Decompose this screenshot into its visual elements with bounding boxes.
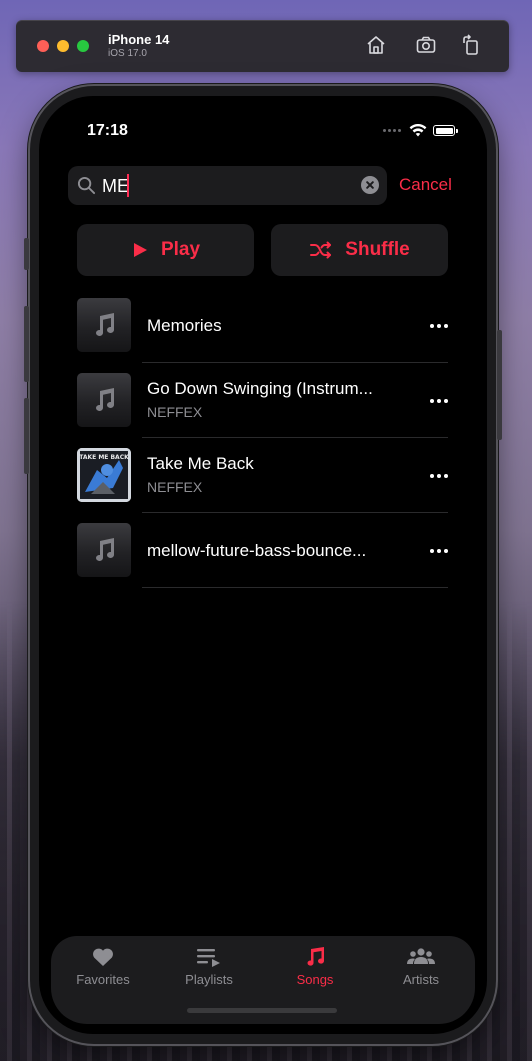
song-artwork-placeholder: [77, 373, 131, 427]
clear-search-icon[interactable]: [361, 176, 379, 194]
zoom-window-button[interactable]: [77, 40, 89, 52]
rotate-icon[interactable]: [460, 34, 482, 56]
shuffle-icon: [310, 241, 332, 259]
battery-icon: [433, 125, 458, 136]
close-window-button[interactable]: [37, 40, 49, 52]
side-button: [497, 330, 502, 440]
tab-label: Favorites: [76, 972, 130, 987]
minimize-window-button[interactable]: [57, 40, 69, 52]
song-title: Take Me Back: [147, 454, 254, 473]
more-options-icon[interactable]: [430, 549, 448, 553]
volume-up-button: [24, 306, 29, 382]
album-cover: TAKE ME BACK: [77, 448, 131, 502]
album-cover-text: TAKE ME BACK: [79, 454, 129, 461]
iphone-device-frame: 17:18 ME Cancel Play Shuffle Memories Go…: [24, 86, 502, 1044]
status-indicators: [383, 124, 458, 137]
shuffle-label: Shuffle: [345, 239, 410, 260]
simulator-toolbar: iPhone 14 iOS 17.0: [16, 20, 509, 72]
text-cursor: [127, 174, 129, 197]
playlist-icon: [197, 949, 220, 967]
more-options-icon[interactable]: [430, 474, 448, 478]
phone-screen: 17:18 ME Cancel Play Shuffle Memories Go…: [39, 96, 487, 1034]
wifi-icon: [409, 124, 427, 137]
play-label: Play: [160, 239, 201, 260]
tab-label: Playlists: [185, 972, 233, 987]
song-row[interactable]: Memories: [77, 288, 448, 363]
search-field[interactable]: ME: [68, 166, 387, 205]
more-options-icon[interactable]: [430, 324, 448, 328]
volume-down-button: [24, 398, 29, 474]
play-icon: [133, 243, 147, 257]
search-input[interactable]: ME: [102, 176, 129, 197]
row-separator: [142, 587, 448, 588]
song-title: mellow-future-bass-bounce...: [147, 541, 367, 560]
song-artwork-placeholder: [77, 523, 131, 577]
cancel-button[interactable]: Cancel: [399, 175, 452, 195]
tab-favorites[interactable]: Favorites: [58, 946, 148, 987]
music-note-icon: [96, 313, 114, 336]
tab-label: Artists: [402, 972, 440, 987]
home-indicator: [187, 1008, 337, 1013]
album-cover-image: TAKE ME BACK: [77, 448, 131, 502]
heart-icon: [93, 948, 113, 966]
simulator-device-name: iPhone 14: [108, 32, 170, 47]
song-row[interactable]: Go Down Swinging (Instrum... NEFFEX: [77, 363, 448, 438]
song-artwork-placeholder: [77, 298, 131, 352]
music-note-icon: [96, 388, 114, 411]
status-time: 17:18: [87, 122, 128, 139]
song-title: Memories: [147, 316, 222, 335]
simulator-os-version: iOS 17.0: [108, 48, 147, 59]
search-icon: [77, 176, 96, 195]
play-button[interactable]: Play: [77, 224, 254, 276]
tab-artists[interactable]: Artists: [376, 946, 466, 987]
music-note-icon: [307, 947, 325, 966]
song-artist: NEFFEX: [147, 479, 203, 495]
tab-playlists[interactable]: Playlists: [164, 946, 254, 987]
mute-switch: [24, 238, 29, 270]
song-row[interactable]: TAKE ME BACK Take Me Back NEFFEX: [77, 438, 448, 513]
more-options-icon[interactable]: [430, 399, 448, 403]
shuffle-button[interactable]: Shuffle: [271, 224, 448, 276]
tab-songs[interactable]: Songs: [270, 946, 360, 987]
music-note-icon: [96, 538, 114, 561]
signal-icon: [383, 129, 401, 132]
tab-label: Songs: [296, 972, 334, 987]
people-icon: [407, 948, 435, 964]
song-row[interactable]: mellow-future-bass-bounce...: [77, 513, 448, 588]
song-title: Go Down Swinging (Instrum...: [147, 379, 373, 398]
song-artist: NEFFEX: [147, 404, 203, 420]
screenshot-icon[interactable]: [415, 34, 437, 56]
home-icon[interactable]: [365, 34, 387, 56]
